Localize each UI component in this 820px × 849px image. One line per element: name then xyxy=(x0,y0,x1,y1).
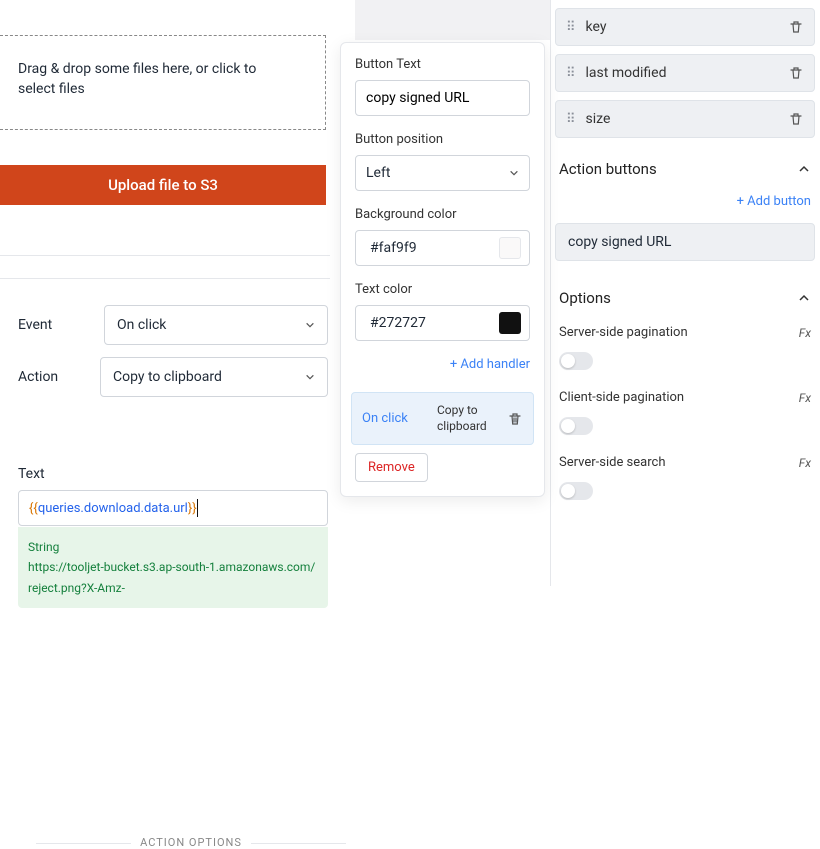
preview-type: String xyxy=(28,537,318,557)
button-position-value: Left xyxy=(366,165,390,181)
divider xyxy=(0,278,330,279)
left-panel: Drag & drop some files here, or click to… xyxy=(0,0,330,586)
text-color-swatch[interactable] xyxy=(499,312,521,334)
handler-event: On click xyxy=(362,411,427,426)
column-label: size xyxy=(586,111,778,127)
text-expression-input[interactable]: {{queries.download.data.url}} xyxy=(18,490,328,526)
bg-color-input[interactable]: #faf9f9 xyxy=(355,230,530,266)
fx-badge[interactable]: Fx xyxy=(799,391,811,405)
preview-value: https://tooljet-bucket.s3.ap-south-1.ama… xyxy=(28,557,318,598)
column-item-size[interactable]: ⠿ size xyxy=(555,100,815,138)
bg-color-value: #faf9f9 xyxy=(370,240,499,256)
event-select[interactable]: On click xyxy=(104,305,328,345)
drag-handle-icon[interactable]: ⠿ xyxy=(566,112,576,127)
chevron-up-icon xyxy=(797,291,811,305)
remove-button[interactable]: Remove xyxy=(355,453,428,482)
chevron-down-icon xyxy=(305,320,315,330)
dropzone-text: Drag & drop some files here, or click to… xyxy=(18,60,278,99)
chevron-up-icon xyxy=(797,162,811,176)
options-section-header[interactable]: Options xyxy=(555,275,815,317)
brace-close: }} xyxy=(188,501,197,516)
option-label: Client-side pagination xyxy=(559,390,684,405)
drag-handle-icon[interactable]: ⠿ xyxy=(566,66,576,81)
chevron-down-icon xyxy=(509,168,519,178)
text-cursor xyxy=(197,499,198,517)
chevron-down-icon xyxy=(305,372,315,382)
client-side-pagination-toggle[interactable] xyxy=(559,417,593,435)
button-text-label: Button Text xyxy=(355,57,530,72)
button-text-input[interactable] xyxy=(355,80,530,116)
expression-var: queries.download.data.url xyxy=(38,501,188,516)
center-background xyxy=(355,0,550,40)
trash-icon[interactable] xyxy=(788,65,804,81)
column-label: last modified xyxy=(586,65,778,81)
text-color-value: #272727 xyxy=(370,315,499,331)
action-options-header: ACTION OPTIONS xyxy=(36,836,346,849)
bg-color-label: Background color xyxy=(355,207,530,222)
column-item-key[interactable]: ⠿ key xyxy=(555,8,815,46)
action-select[interactable]: Copy to clipboard xyxy=(100,357,328,397)
divider xyxy=(0,255,330,256)
fx-badge[interactable]: Fx xyxy=(799,456,811,470)
text-color-label: Text color xyxy=(355,282,530,297)
column-label: key xyxy=(586,19,778,35)
option-server-side-search: Server-side search Fx xyxy=(555,447,815,478)
action-options-header-wrap: ACTION OPTIONS xyxy=(18,416,328,429)
trash-icon[interactable] xyxy=(788,19,804,35)
add-action-button-link[interactable]: + Add button xyxy=(555,188,815,223)
event-handler-item[interactable]: On click Copy to clipboard xyxy=(351,392,534,445)
action-button-item[interactable]: copy signed URL xyxy=(555,223,815,261)
option-server-side-pagination: Server-side pagination Fx xyxy=(555,317,815,348)
button-position-select[interactable]: Left xyxy=(355,155,530,191)
fx-badge[interactable]: Fx xyxy=(799,326,811,340)
drag-handle-icon[interactable]: ⠿ xyxy=(566,20,576,35)
event-label: Event xyxy=(18,317,88,333)
option-label: Server-side search xyxy=(559,455,665,470)
action-row: Action Copy to clipboard xyxy=(18,357,328,397)
action-value: Copy to clipboard xyxy=(113,369,222,385)
text-color-input[interactable]: #272727 xyxy=(355,305,530,341)
action-button-label: copy signed URL xyxy=(568,234,671,250)
brace-open: {{ xyxy=(29,501,38,516)
button-config-popover: Button Text Button position Left Backgro… xyxy=(340,42,545,497)
event-value: On click xyxy=(117,317,166,333)
server-side-pagination-toggle[interactable] xyxy=(559,352,593,370)
action-buttons-section-header[interactable]: Action buttons xyxy=(555,146,815,188)
option-client-side-pagination: Client-side pagination Fx xyxy=(555,382,815,413)
upload-file-button[interactable]: Upload file to S3 xyxy=(0,165,326,205)
button-position-label: Button position xyxy=(355,132,530,147)
options-title: Options xyxy=(559,289,611,307)
right-panel: ⠿ key ⠿ last modified ⠿ size Action butt… xyxy=(555,8,815,512)
bg-color-swatch[interactable] xyxy=(499,237,521,259)
expression-preview: String https://tooljet-bucket.s3.ap-sout… xyxy=(18,527,328,608)
add-handler-link[interactable]: + Add handler xyxy=(355,357,530,372)
trash-icon[interactable] xyxy=(507,411,523,427)
handler-action: Copy to clipboard xyxy=(437,403,497,434)
column-item-last-modified[interactable]: ⠿ last modified xyxy=(555,54,815,92)
event-row: Event On click xyxy=(18,305,328,345)
action-label: Action xyxy=(18,369,88,385)
right-panel-divider xyxy=(550,0,551,586)
trash-icon[interactable] xyxy=(788,111,804,127)
server-side-search-toggle[interactable] xyxy=(559,482,593,500)
action-buttons-title: Action buttons xyxy=(559,160,657,178)
option-label: Server-side pagination xyxy=(559,325,688,340)
text-field-label: Text xyxy=(18,466,45,482)
